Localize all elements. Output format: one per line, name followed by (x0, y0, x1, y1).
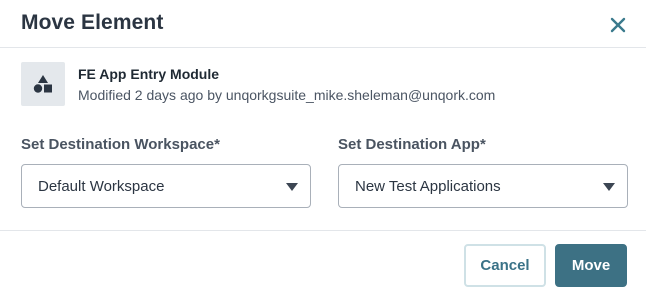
app-label: Set Destination App* (338, 136, 486, 153)
move-button[interactable]: Move (555, 244, 627, 287)
element-name: FE App Entry Module (78, 66, 220, 82)
close-button[interactable] (604, 12, 632, 38)
caret-down-icon (286, 183, 298, 191)
app-select[interactable]: New Test Applications (338, 164, 628, 208)
caret-down-icon (603, 183, 615, 191)
close-icon (610, 17, 626, 33)
cancel-button[interactable]: Cancel (464, 244, 546, 287)
shapes-icon (33, 75, 52, 93)
element-info: FE App Entry Module Modified 2 days ago … (21, 62, 621, 108)
workspace-label: Set Destination Workspace* (21, 136, 220, 153)
dialog-title: Move Element (21, 11, 164, 34)
app-select-value: New Test Applications (355, 178, 501, 195)
workspace-select-value: Default Workspace (38, 178, 165, 195)
element-modified-info: Modified 2 days ago by unqorkgsuite_mike… (78, 87, 496, 103)
move-element-dialog: Move Element FE App Entry Module Modifie… (0, 0, 646, 301)
dialog-header: Move Element (0, 0, 646, 48)
element-thumbnail (21, 62, 65, 106)
footer-divider (0, 230, 646, 231)
workspace-select[interactable]: Default Workspace (21, 164, 311, 208)
